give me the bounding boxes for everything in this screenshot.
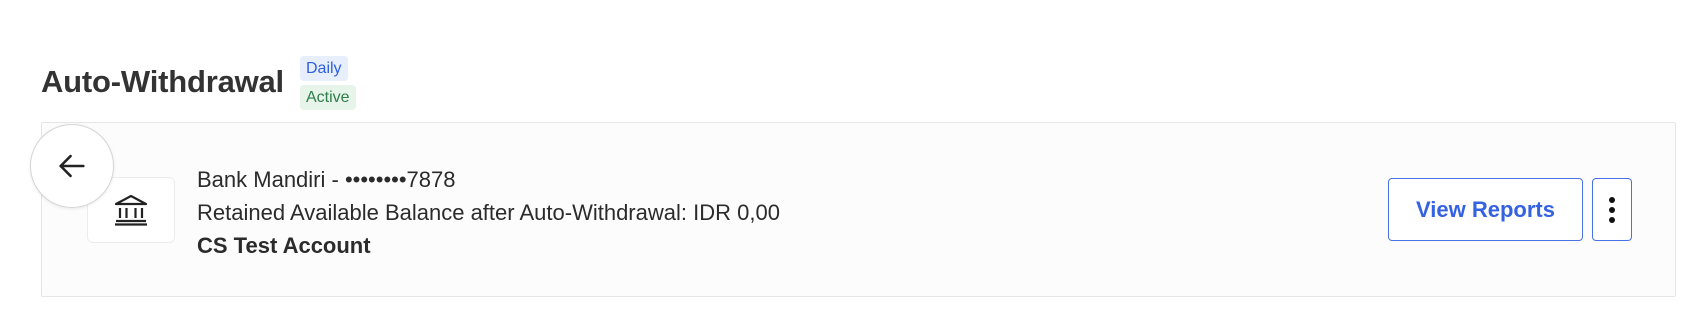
arrow-left-icon <box>59 154 85 178</box>
page-header: Auto-Withdrawal Daily Active <box>41 56 356 114</box>
frequency-badge: Daily <box>299 56 348 81</box>
bank-account-number: Bank Mandiri - ••••••••7878 <box>197 167 456 192</box>
more-vertical-icon <box>1609 196 1615 223</box>
badge-group: Daily Active <box>299 56 356 114</box>
back-button[interactable] <box>30 124 114 208</box>
more-options-button[interactable] <box>1592 178 1632 241</box>
account-info: Bank Mandiri - ••••••••7878 Retained Ava… <box>197 163 780 262</box>
account-name: CS Test Account <box>197 233 371 258</box>
status-badge: Active <box>299 85 356 110</box>
retained-balance: Retained Available Balance after Auto-Wi… <box>197 200 780 225</box>
bank-icon <box>114 194 148 226</box>
page-title: Auto-Withdrawal <box>41 64 284 99</box>
auto-withdrawal-page: Auto-Withdrawal Daily Active Bank Mandir… <box>0 0 1704 324</box>
view-reports-button[interactable]: View Reports <box>1388 178 1583 241</box>
